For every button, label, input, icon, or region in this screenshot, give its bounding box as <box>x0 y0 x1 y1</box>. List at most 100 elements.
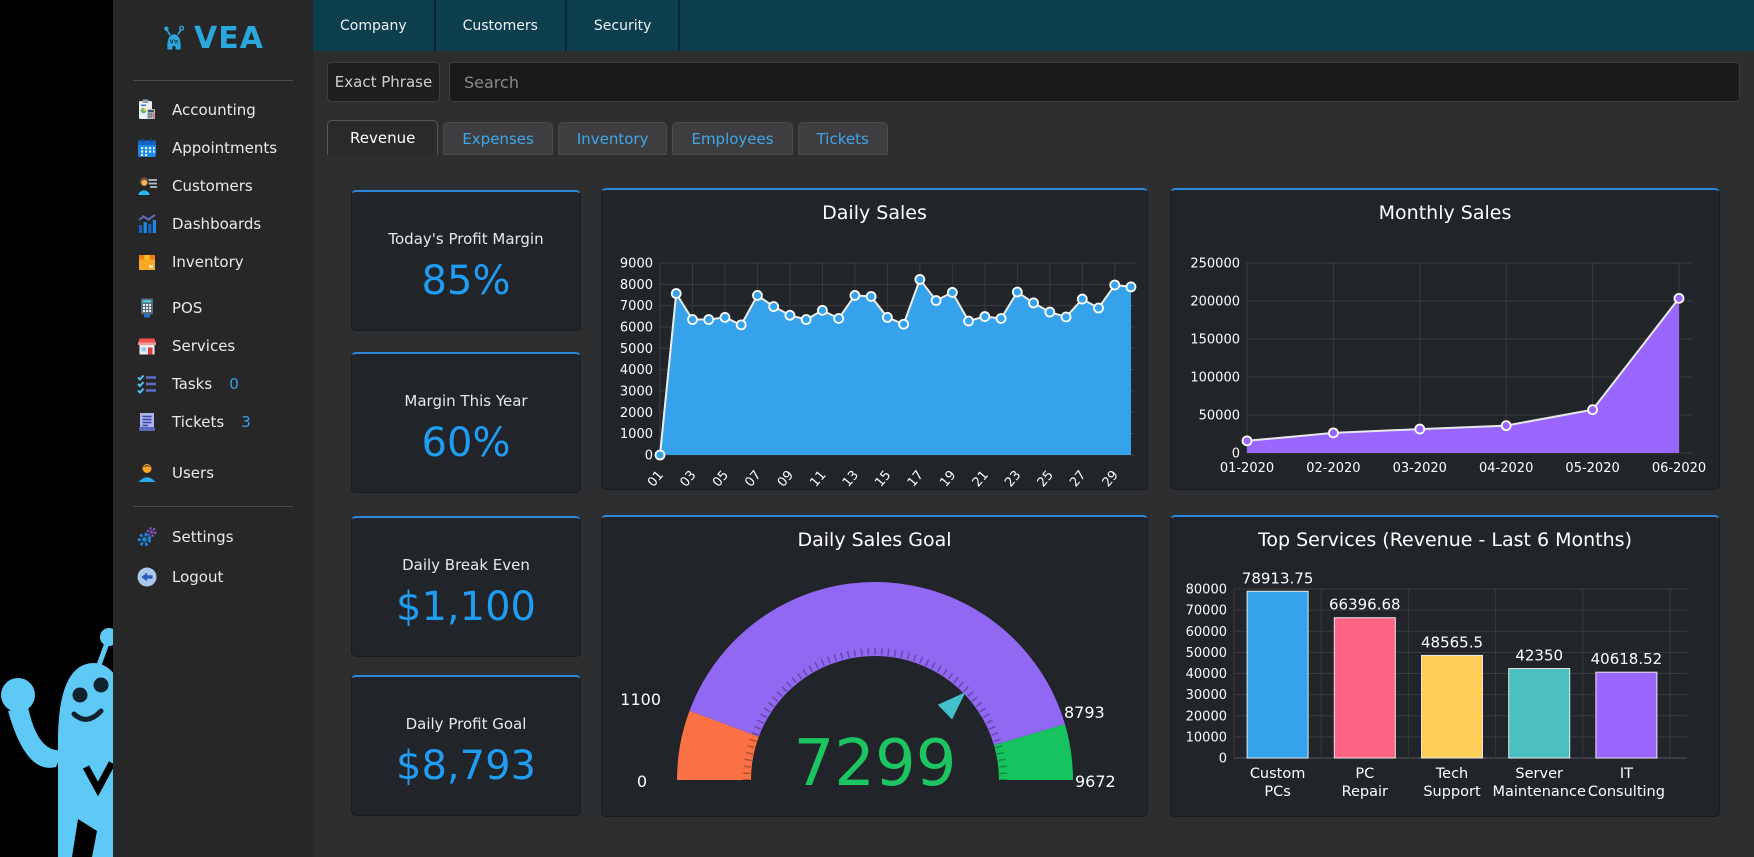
kpi-label: Daily Break Even <box>352 556 580 574</box>
tab-tickets[interactable]: Tickets <box>798 122 888 155</box>
svg-text:IT: IT <box>1620 766 1633 782</box>
svg-text:5000: 5000 <box>620 342 653 357</box>
kpi-label: Margin This Year <box>352 392 580 410</box>
robot-logo-icon: V≡ <box>162 16 186 60</box>
svg-text:17: 17 <box>905 468 927 488</box>
svg-text:30000: 30000 <box>1186 688 1227 703</box>
tab-expenses[interactable]: Expenses <box>443 122 552 155</box>
svg-text:2000: 2000 <box>620 406 653 421</box>
sidebar-item-label: Tasks <box>172 375 212 393</box>
sidebar-item-label: Accounting <box>172 101 256 119</box>
kpi-card-profit-margin: Today's Profit Margin 85% <box>351 190 581 331</box>
settings-icon <box>135 525 159 549</box>
logout-icon <box>135 565 159 589</box>
divider <box>133 80 293 81</box>
top-nav: Company Customers Security <box>313 0 1754 51</box>
svg-text:200000: 200000 <box>1190 295 1240 310</box>
daily-sales-goal-panel: Daily Sales Goal 01100879396727299 <box>601 515 1148 817</box>
sidebar-item-label: Inventory <box>172 253 244 271</box>
svg-text:250000: 250000 <box>1190 257 1240 272</box>
svg-text:42350: 42350 <box>1515 647 1563 665</box>
svg-text:7000: 7000 <box>620 299 653 314</box>
svg-text:01-2020: 01-2020 <box>1220 461 1274 476</box>
svg-text:Consulting: Consulting <box>1588 784 1665 800</box>
sidebar-item-pos[interactable]: POS <box>113 289 313 327</box>
svg-text:100000: 100000 <box>1190 371 1240 386</box>
sidebar-item-appointments[interactable]: Appointments <box>113 129 313 167</box>
svg-text:13: 13 <box>840 468 862 488</box>
main-area: Company Customers Security Exact Phrase … <box>313 0 1754 857</box>
pos-icon <box>135 296 159 320</box>
sidebar-item-label: Customers <box>172 177 253 195</box>
search-row: Exact Phrase <box>327 62 1740 102</box>
svg-text:9000: 9000 <box>620 257 653 272</box>
tab-employees[interactable]: Employees <box>672 122 792 155</box>
svg-text:19: 19 <box>937 468 959 488</box>
svg-text:21: 21 <box>970 468 992 488</box>
monthly-sales-panel: Monthly Sales 05000010000015000020000025… <box>1170 188 1720 490</box>
svg-text:40000: 40000 <box>1186 667 1227 682</box>
sidebar-item-accounting[interactable]: Accounting <box>113 91 313 129</box>
svg-text:0: 0 <box>1232 447 1240 462</box>
svg-text:3000: 3000 <box>620 385 653 400</box>
svg-text:0: 0 <box>637 772 647 791</box>
exact-phrase-button[interactable]: Exact Phrase <box>327 62 440 102</box>
accounting-icon <box>135 98 159 122</box>
logo-text: VEA <box>194 21 264 56</box>
sidebar-item-tasks[interactable]: Tasks 0 <box>113 365 313 403</box>
nav-company-button[interactable]: Company <box>313 0 436 51</box>
svg-text:15: 15 <box>872 468 894 488</box>
nav-customers-button[interactable]: Customers <box>436 0 567 51</box>
svg-text:0: 0 <box>1219 752 1227 767</box>
svg-text:7299: 7299 <box>794 727 957 801</box>
svg-text:PC: PC <box>1355 766 1374 782</box>
svg-text:9672: 9672 <box>1075 772 1116 791</box>
sidebar-item-inventory[interactable]: Inventory <box>113 243 313 281</box>
tab-revenue[interactable]: Revenue <box>327 120 438 155</box>
sidebar-item-label: Appointments <box>172 139 277 157</box>
sidebar-item-services[interactable]: Services <box>113 327 313 365</box>
kpi-label: Daily Profit Goal <box>352 715 580 733</box>
nav-security-button[interactable]: Security <box>567 0 681 51</box>
svg-text:03: 03 <box>677 468 699 488</box>
tickets-count-badge: 3 <box>241 413 251 431</box>
sidebar-item-dashboards[interactable]: Dashboards <box>113 205 313 243</box>
svg-text:01: 01 <box>645 468 667 488</box>
inventory-icon <box>135 250 159 274</box>
svg-text:50000: 50000 <box>1186 646 1227 661</box>
sidebar-item-label: Tickets <box>172 413 224 431</box>
sidebar-item-label: Services <box>172 337 235 355</box>
svg-text:8793: 8793 <box>1064 703 1105 722</box>
app-logo: V≡ VEA <box>113 0 313 74</box>
sidebar-item-tickets[interactable]: Tickets 3 <box>113 403 313 441</box>
sidebar-item-customers[interactable]: Customers <box>113 167 313 205</box>
svg-text:60000: 60000 <box>1186 625 1227 640</box>
kpi-card-break-even: Daily Break Even $1,100 <box>351 516 581 657</box>
sidebar-item-logout[interactable]: Logout <box>113 557 313 597</box>
top-services-panel: Top Services (Revenue - Last 6 Months) 0… <box>1170 515 1720 817</box>
kpi-value: 85% <box>352 258 580 304</box>
appointments-icon <box>135 136 159 160</box>
tab-inventory[interactable]: Inventory <box>558 122 668 155</box>
dashboards-icon <box>135 212 159 236</box>
svg-text:20000: 20000 <box>1186 709 1227 724</box>
svg-text:04-2020: 04-2020 <box>1479 461 1533 476</box>
svg-text:Server: Server <box>1515 766 1563 782</box>
svg-text:23: 23 <box>1002 468 1024 488</box>
svg-text:0: 0 <box>645 449 653 464</box>
svg-text:V≡: V≡ <box>170 39 179 45</box>
sidebar-item-label: Users <box>172 464 214 482</box>
svg-text:Tech: Tech <box>1435 766 1468 782</box>
search-input[interactable] <box>449 62 1740 102</box>
daily-sales-panel: Daily Sales 0100020003000400050006000700… <box>601 188 1148 490</box>
svg-text:03-2020: 03-2020 <box>1393 461 1447 476</box>
svg-text:40618.52: 40618.52 <box>1591 650 1663 668</box>
sidebar-item-settings[interactable]: Settings <box>113 517 313 557</box>
sidebar-item-users[interactable]: Users <box>113 454 313 492</box>
svg-text:PCs: PCs <box>1264 784 1290 800</box>
svg-text:Custom: Custom <box>1250 766 1306 782</box>
dashboard-tabs: Revenue Expenses Inventory Employees Tic… <box>327 120 888 155</box>
customers-icon <box>135 174 159 198</box>
svg-text:05: 05 <box>710 468 732 488</box>
svg-text:70000: 70000 <box>1186 604 1227 619</box>
